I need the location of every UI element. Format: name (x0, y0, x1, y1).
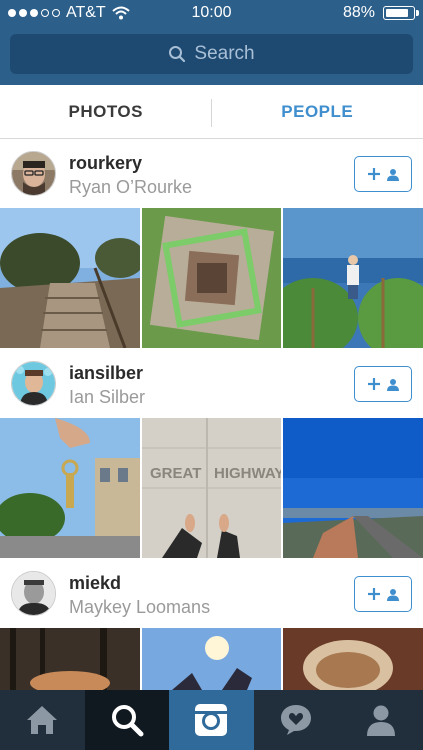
user-row[interactable]: rourkery Ryan O’Rourke (0, 140, 423, 208)
follow-button[interactable] (354, 576, 412, 612)
tab-home[interactable] (0, 690, 85, 750)
username[interactable]: rourkery (69, 153, 142, 174)
photo-thumbnail[interactable] (283, 208, 423, 348)
profile-icon (366, 705, 395, 736)
photo-grid (0, 628, 423, 690)
follow-button[interactable] (354, 366, 412, 402)
photo-thumbnail[interactable] (283, 628, 423, 690)
battery-area: 88% (342, 4, 419, 22)
tab-profile[interactable] (338, 690, 423, 750)
photo-thumbnail[interactable] (141, 628, 282, 690)
tab-people[interactable]: PEOPLE (212, 85, 423, 138)
avatar[interactable] (11, 151, 56, 196)
tab-bar (0, 690, 423, 750)
status-bar: AT&T 10:00 88% (0, 0, 423, 28)
tab-photos[interactable]: PHOTOS (0, 85, 212, 138)
follow-button[interactable] (354, 156, 412, 192)
person-icon (387, 378, 399, 391)
full-name: Ryan O’Rourke (69, 177, 193, 197)
person-icon (387, 588, 399, 601)
tab-search[interactable] (84, 690, 170, 750)
plus-icon (368, 168, 380, 180)
tab-camera[interactable] (169, 690, 254, 750)
full-name: Maykey Loomans (69, 597, 211, 617)
home-icon (27, 706, 58, 734)
photo-thumbnail[interactable] (141, 208, 282, 348)
tab-activity[interactable] (254, 690, 339, 750)
photo-thumbnail[interactable]: GREAT HIGHWAY (141, 418, 282, 558)
activity-heart-icon (281, 705, 312, 735)
username[interactable]: miekd (69, 573, 121, 594)
search-bar[interactable]: Search (10, 34, 413, 74)
plus-icon (368, 378, 380, 390)
svg-text:HIGHWAY: HIGHWAY (214, 465, 282, 482)
full-name: Ian Silber (69, 387, 146, 407)
camera-icon (195, 704, 228, 736)
segmented-tabs: PHOTOS PEOPLE (0, 85, 423, 139)
photo-thumbnail[interactable] (0, 628, 140, 690)
tab-divider (211, 99, 212, 127)
person-icon (387, 168, 399, 181)
photo-grid: GREAT HIGHWAY (0, 418, 423, 558)
search-icon (169, 46, 186, 63)
svg-text:GREAT: GREAT (150, 465, 201, 482)
battery-percent: 88% (342, 4, 375, 21)
photo-thumbnail[interactable] (0, 208, 140, 348)
user-row[interactable]: miekd Maykey Loomans (0, 560, 423, 628)
avatar[interactable] (11, 361, 56, 406)
avatar[interactable] (11, 571, 56, 616)
photo-thumbnail[interactable] (283, 418, 423, 558)
search-placeholder: Search (194, 43, 255, 64)
photo-thumbnail[interactable] (0, 418, 140, 558)
plus-icon (368, 588, 380, 600)
photo-grid (0, 208, 423, 348)
search-icon (111, 705, 144, 737)
user-row[interactable]: iansilber Ian Silber (0, 350, 423, 418)
battery-icon (383, 6, 419, 20)
username[interactable]: iansilber (69, 363, 143, 384)
header: AT&T 10:00 88% Search (0, 0, 423, 85)
